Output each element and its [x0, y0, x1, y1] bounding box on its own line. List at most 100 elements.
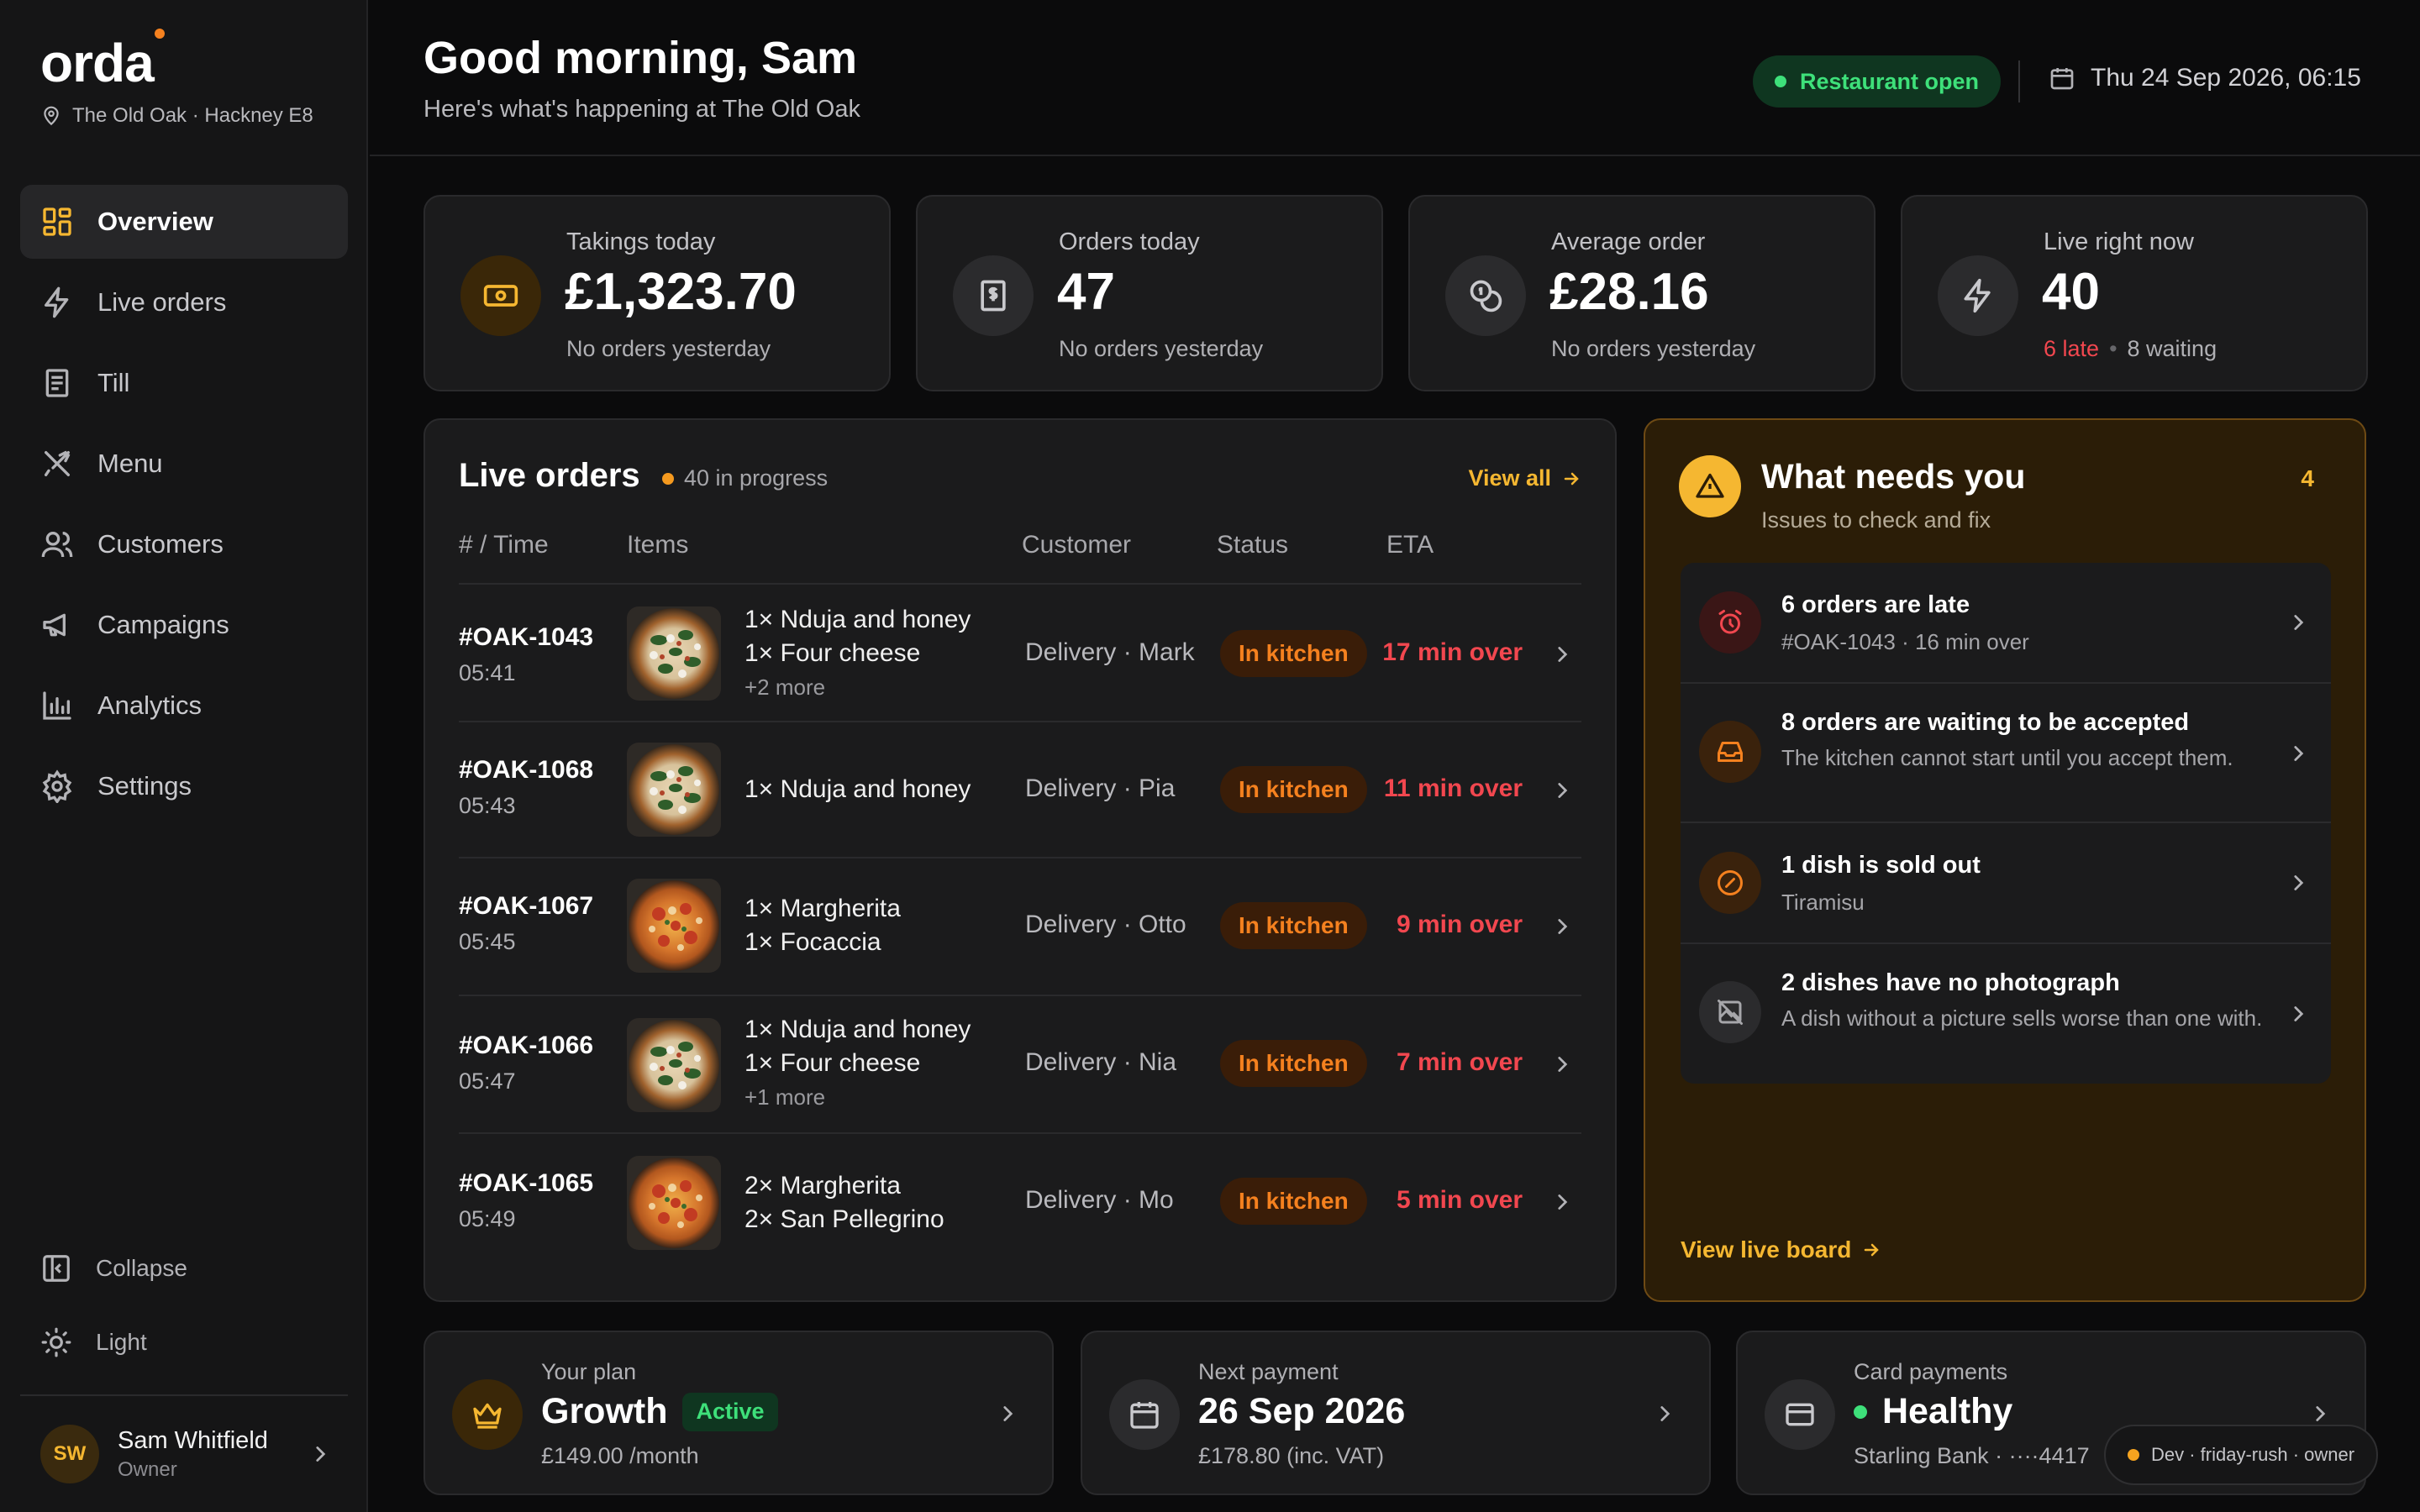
card-payments-label: Card payments — [1854, 1359, 2008, 1384]
theme-toggle[interactable]: Light — [20, 1305, 348, 1379]
card-bank: Starling Bank · ····4417 — [1854, 1443, 2090, 1468]
stat-note: 6 late • 8 waiting — [2044, 336, 2217, 362]
table-row[interactable]: #OAK-1067 05:45 1× Margherita 1× Focacci… — [459, 858, 1581, 996]
column-header-customer[interactable]: Customer — [1022, 531, 1131, 559]
nav-item-menu[interactable]: Menu — [20, 427, 348, 501]
receipt-icon — [45, 369, 69, 397]
sun-icon — [41, 1327, 71, 1357]
view-board-label: View live board — [1681, 1236, 1852, 1263]
chevron-right-icon — [2316, 1406, 2326, 1421]
no-photo-icon — [1718, 1000, 1743, 1025]
column-header-id[interactable]: # / Time — [459, 531, 549, 559]
view-live-board-link[interactable]: View live board — [1681, 1236, 1881, 1263]
credit-card-icon — [1786, 1403, 1814, 1426]
late-count: 6 late — [2044, 336, 2100, 361]
nav-item-overview[interactable]: Overview — [20, 185, 348, 259]
order-id: #OAK-1065 — [459, 1169, 594, 1197]
collapse-button[interactable]: Collapse — [20, 1231, 348, 1305]
nav-item-campaigns[interactable]: Campaigns — [20, 588, 348, 662]
status-badge: Active — [682, 1392, 778, 1431]
column-header-eta[interactable]: ETA — [1386, 531, 1434, 559]
order-item: 1× Margherita — [744, 895, 901, 922]
nav-item-analytics[interactable]: Analytics — [20, 669, 348, 743]
column-header-items[interactable]: Items — [627, 531, 688, 559]
order-time: 05:41 — [459, 660, 516, 685]
table-row[interactable]: #OAK-1043 05:41 1× Nduja and honey 1× Fo… — [459, 585, 1581, 722]
issue-item-waiting-orders[interactable]: 8 orders are waiting to be accepted The … — [1681, 684, 2331, 823]
table-row[interactable]: #OAK-1065 05:49 2× Margherita 2× San Pel… — [459, 1134, 1581, 1272]
status-badge: In kitchen — [1220, 1040, 1367, 1087]
next-payment-card[interactable]: Next payment 26 Sep 2026 £178.80 (inc. V… — [1081, 1331, 1711, 1495]
issue-item-sold-out[interactable]: 1 dish is sold out Tiramisu — [1681, 823, 2331, 944]
calendar-icon — [2050, 68, 2074, 90]
inbox-icon — [1718, 742, 1743, 762]
stat-card-orders: Orders today 47 No orders yesterday — [916, 195, 1383, 391]
status-text: Restaurant open — [1800, 68, 1980, 94]
restaurant-status-badge[interactable]: Restaurant open — [1753, 55, 2002, 108]
issue-icon-wrap — [1699, 591, 1761, 654]
chevron-right-icon — [2294, 875, 2304, 890]
plan-card[interactable]: Your plan Growth Active £149.00 /month — [424, 1331, 1054, 1495]
users-icon — [41, 532, 73, 558]
brand-logo-dot — [155, 29, 165, 39]
issue-title: 2 dishes have no photograph — [1781, 969, 2120, 996]
utensils-icon — [45, 450, 71, 476]
column-header-status[interactable]: Status — [1217, 531, 1288, 559]
dev-badge-text: Dev · friday-rush · owner — [2151, 1444, 2355, 1465]
order-customer: Delivery · Nia — [1025, 1048, 1177, 1076]
stat-card-average: Average order £28.16 No orders yesterday — [1408, 195, 1876, 391]
header-divider — [2018, 60, 2020, 102]
stat-note: No orders yesterday — [566, 336, 771, 361]
nav-label: Campaigns — [97, 610, 229, 639]
stat-note: No orders yesterday — [1551, 336, 1756, 361]
dish-thumbnail — [627, 1156, 721, 1250]
payment-label: Next payment — [1198, 1359, 1339, 1384]
view-all-label: View all — [1468, 465, 1551, 491]
page-header: Good morning, Sam Here's what's happenin… — [370, 0, 2420, 156]
order-time: 05:47 — [459, 1068, 516, 1094]
plan-name: Growth — [541, 1391, 668, 1431]
warning-icon-wrap — [1679, 455, 1741, 517]
nav-label: Menu — [97, 449, 163, 478]
live-orders-panel: Live orders 40 in progress View all # / … — [424, 418, 1617, 1302]
table-row[interactable]: #OAK-1068 05:43 1× Nduja and honey Deliv… — [459, 722, 1581, 858]
payment-icon-wrap — [1109, 1379, 1180, 1450]
issue-title: 8 orders are waiting to be accepted — [1781, 709, 2190, 736]
dev-environment-badge[interactable]: Dev · friday-rush · owner — [2104, 1425, 2379, 1485]
needs-attention-panel: What needs you Issues to check and fix 4… — [1644, 418, 2366, 1302]
issue-item-no-photo[interactable]: 2 dishes have no photograph A dish witho… — [1681, 944, 2331, 1084]
table-row[interactable]: #OAK-1066 05:47 1× Nduja and honey 1× Fo… — [459, 996, 1581, 1134]
receipt-dollar-icon — [981, 280, 1006, 312]
issue-icon-wrap — [1699, 981, 1761, 1043]
location-text: The Old Oak · Hackney E8 — [72, 104, 313, 127]
avatar: SW — [40, 1425, 99, 1483]
status-badge: In kitchen — [1220, 1178, 1367, 1225]
nav-label: Settings — [97, 771, 192, 801]
issue-count-badge: 4 — [2301, 465, 2314, 491]
plan-price: £149.00 /month — [541, 1443, 699, 1468]
chevron-right-icon — [1558, 1194, 1568, 1210]
chevron-right-icon — [2294, 615, 2304, 630]
order-items: 1× Nduja and honey — [744, 773, 971, 806]
order-customer: Delivery · Pia — [1025, 774, 1176, 802]
user-menu[interactable]: SW Sam Whitfield Owner — [20, 1420, 348, 1488]
stat-label: Orders today — [1059, 228, 1200, 255]
datetime-text: Thu 24 Sep 2026, 06:15 — [2091, 64, 2361, 92]
page-title: Good morning, Sam — [424, 33, 858, 83]
order-item: 1× Focaccia — [744, 928, 881, 956]
nav-item-settings[interactable]: Settings — [20, 749, 348, 823]
sidebar-bottom: Collapse Light — [20, 1231, 348, 1379]
view-all-link[interactable]: View all — [1468, 465, 1581, 491]
brand-logo[interactable]: orda — [40, 32, 155, 94]
nav-item-customers[interactable]: Customers — [20, 507, 348, 581]
stat-value: 47 — [1057, 263, 1115, 321]
sidebar: orda The Old Oak · Hackney E8 Overview L… — [0, 0, 368, 1512]
nav-item-till[interactable]: Till — [20, 346, 348, 420]
more-items: +2 more — [744, 675, 826, 700]
status-dot — [1775, 76, 1786, 87]
issue-item-late-orders[interactable]: 6 orders are late #OAK-1043 · 16 min ove… — [1681, 563, 2331, 684]
chevron-right-icon — [1003, 1406, 1013, 1421]
order-item: 2× Margherita — [744, 1172, 901, 1200]
nav-item-live-orders[interactable]: Live orders — [20, 265, 348, 339]
user-info: Sam Whitfield Owner — [118, 1427, 268, 1482]
